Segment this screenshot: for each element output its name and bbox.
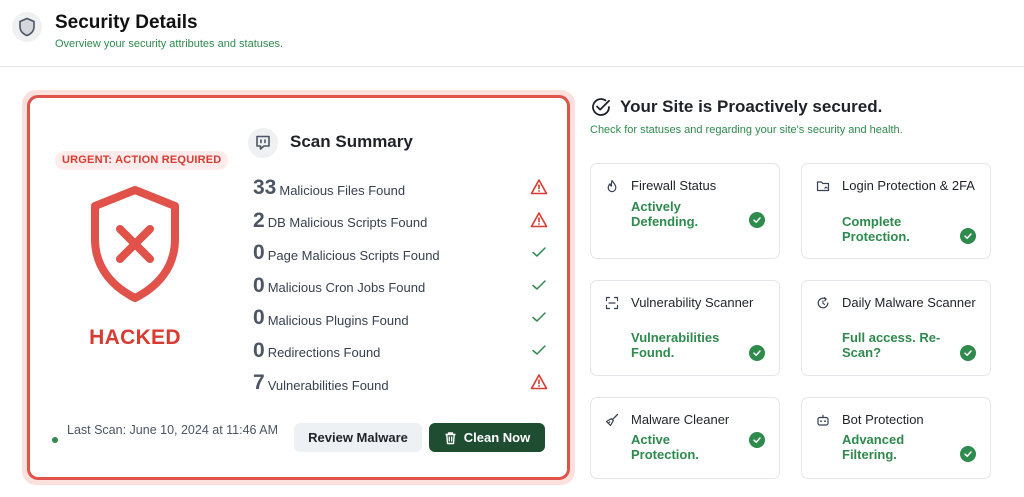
scan-item-count: 0: [253, 241, 265, 265]
scan-item-count: 2: [253, 208, 265, 232]
status-check-icon: [960, 228, 976, 244]
scan-item-count: 0: [253, 273, 265, 297]
scan-summary-title: Scan Summary: [290, 132, 413, 151]
scan-item-db-scripts: 2 DB Malicious Scripts Found: [253, 205, 548, 238]
site-status-subtitle: Check for statuses and regarding your si…: [590, 124, 903, 136]
check-icon: [532, 344, 546, 355]
check-circle-icon: [592, 98, 610, 116]
scan-frame-icon: [605, 296, 619, 310]
feature-card-malware-cleaner[interactable]: Malware Cleaner Active Protection.: [590, 397, 780, 479]
clean-now-label: Clean Now: [463, 430, 531, 445]
feature-title: Malware Cleaner: [631, 412, 730, 427]
feature-title: Vulnerability Scanner: [631, 295, 754, 310]
scan-item-cron-jobs: 0 Malicious Cron Jobs Found: [253, 270, 548, 303]
warning-triangle-icon: [530, 211, 548, 227]
site-status-title: Your Site is Proactively secured.: [620, 97, 883, 116]
scan-item-label: Malicious Files Found: [279, 182, 406, 198]
scan-item-count: 0: [253, 338, 265, 362]
shield-icon: [12, 12, 42, 42]
feature-status: Advanced Filtering.: [842, 432, 905, 462]
scan-item-label: Redirections Found: [267, 345, 381, 361]
last-scan-text: Last Scan: June 10, 2024 at 11:46 AM: [67, 423, 279, 437]
scan-item-label: Malicious Plugins Found: [267, 312, 409, 328]
scan-alert-card: URGENT: ACTION REQUIRED HACKED Scan Summ…: [27, 95, 570, 480]
feature-title: Daily Malware Scanner: [842, 295, 976, 310]
feature-status: Complete Protection.: [842, 214, 910, 244]
feature-status: Actively Defending.: [631, 199, 699, 229]
page-subtitle: Overview your security attributes and st…: [55, 38, 284, 50]
warning-triangle-icon: [530, 179, 548, 195]
urgent-badge: URGENT: ACTION REQUIRED: [55, 151, 229, 170]
scan-item-vulnerabilities: 7 Vulnerabilities Found: [253, 367, 548, 400]
feature-status: Active Protection.: [631, 432, 699, 462]
scan-item-malicious-files: 33 Malicious Files Found: [253, 172, 548, 205]
chat-icon: [248, 128, 278, 158]
clean-now-button[interactable]: Clean Now: [429, 423, 545, 452]
feature-card-bot-protection[interactable]: Bot Protection Advanced Filtering.: [801, 397, 991, 479]
feature-card-vulnerability-scanner[interactable]: Vulnerability Scanner Vulnerabilities Fo…: [590, 280, 780, 376]
status-check-icon: [749, 212, 765, 228]
hacked-status-label: HACKED: [89, 326, 181, 349]
scan-item-label: DB Malicious Scripts Found: [267, 215, 428, 231]
scan-item-count: 33: [253, 176, 277, 200]
bot-icon: [817, 414, 829, 426]
check-icon: [532, 247, 546, 257]
feature-card-firewall[interactable]: Firewall Status Actively Defending.: [590, 163, 780, 259]
feature-card-daily-malware-scanner[interactable]: Daily Malware Scanner Full access. Re-Sc…: [801, 280, 991, 376]
page-title: Security Details: [55, 12, 198, 33]
scan-item-label: Vulnerabilities Found: [267, 377, 389, 393]
trash-icon: [445, 431, 456, 444]
scan-item-count: 0: [253, 306, 265, 330]
feature-title: Bot Protection: [842, 412, 924, 427]
page-header: Security Details Overview your security …: [0, 0, 1024, 67]
refresh-clock-icon: [817, 297, 829, 309]
warning-triangle-icon: [530, 374, 548, 390]
status-check-icon: [749, 432, 765, 448]
status-check-icon: [960, 446, 976, 462]
feature-status: Vulnerabilities Found.: [631, 330, 720, 360]
scan-item-redirections: 0 Redirections Found: [253, 335, 548, 368]
feature-card-login-protection[interactable]: Login Protection & 2FA Complete Protecti…: [801, 163, 991, 259]
check-icon: [532, 312, 546, 322]
broom-icon: [605, 413, 619, 427]
status-dot: [52, 437, 58, 443]
scan-item-page-scripts: 0 Page Malicious Scripts Found: [253, 237, 548, 270]
scan-alert-card-glow: URGENT: ACTION REQUIRED HACKED Scan Summ…: [22, 90, 575, 485]
feature-status: Full access. Re-Scan?: [842, 330, 941, 360]
scan-item-count: 7: [253, 371, 265, 395]
scan-item-label: Malicious Cron Jobs Found: [267, 280, 426, 296]
hacked-shield-icon: [91, 186, 179, 302]
status-check-icon: [749, 345, 765, 361]
review-malware-button[interactable]: Review Malware: [294, 423, 422, 452]
flame-icon: [607, 179, 617, 193]
scan-item-label: Page Malicious Scripts Found: [267, 247, 440, 263]
scan-item-plugins: 0 Malicious Plugins Found: [253, 302, 548, 335]
feature-title: Firewall Status: [631, 178, 717, 193]
status-check-icon: [960, 345, 976, 361]
scan-summary-list: 33 Malicious Files Found 2 DB Malicious …: [253, 172, 548, 400]
feature-title: Login Protection & 2FA: [842, 178, 975, 193]
check-icon: [532, 279, 546, 290]
folder-lock-icon: [816, 181, 830, 192]
